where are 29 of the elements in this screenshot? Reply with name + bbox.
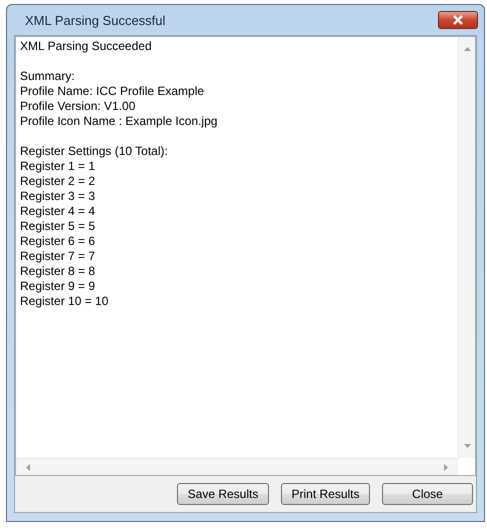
result-line: Register 7 = 7 (20, 249, 96, 264)
result-line: Register 4 = 4 (20, 204, 96, 219)
scroll-left-icon[interactable] (26, 464, 30, 470)
close-button[interactable] (438, 11, 478, 29)
dialog-button[interactable]: Print Results (281, 483, 370, 505)
vertical-scrollbar[interactable] (458, 37, 475, 458)
result-line: Register 2 = 2 (20, 174, 96, 189)
dialog-button[interactable]: Save Results (177, 483, 269, 505)
result-line: Register 1 = 1 (20, 159, 96, 174)
result-line: XML Parsing Succeeded (20, 39, 153, 54)
close-icon (452, 15, 464, 25)
scroll-up-icon[interactable] (464, 47, 470, 51)
dialog-button[interactable]: Close (382, 483, 473, 505)
horizontal-scrollbar[interactable] (16, 458, 458, 475)
result-line: Register 5 = 5 (20, 219, 96, 234)
result-line: Register 6 = 6 (20, 234, 96, 249)
result-line: Profile Version: V1.00 (20, 99, 136, 114)
result-line: Register 10 = 10 (20, 294, 110, 309)
result-line: Register 3 = 3 (20, 189, 96, 204)
result-line: Register 9 = 9 (20, 279, 96, 294)
result-line: Register 8 = 8 (20, 264, 96, 279)
result-line: Summary: (20, 69, 76, 84)
scroll-down-icon[interactable] (464, 444, 470, 448)
results-text-area[interactable] (15, 36, 476, 476)
window-title: XML Parsing Successful (24, 12, 166, 28)
result-line: Profile Icon Name : Example Icon.jpg (20, 114, 218, 129)
result-line: Profile Name: ICC Profile Example (20, 84, 206, 99)
scroll-right-icon[interactable] (444, 464, 448, 470)
result-line: Register Settings (10 Total): (20, 144, 169, 159)
